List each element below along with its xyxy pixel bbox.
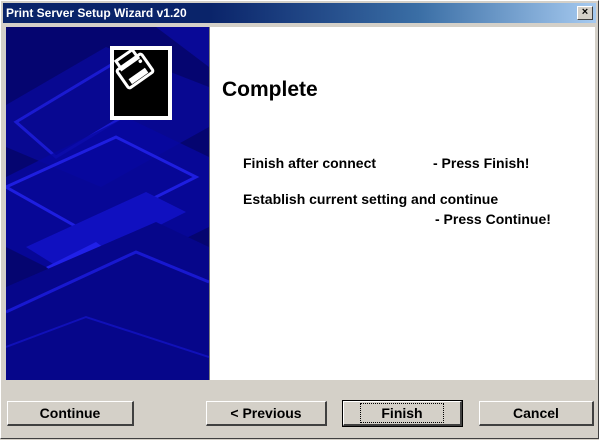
previous-button[interactable]: < Previous	[206, 401, 327, 426]
finish-instruction-action: - Press Finish!	[433, 155, 530, 171]
finish-instruction: Finish after connect	[243, 155, 377, 171]
close-icon: ×	[581, 6, 589, 18]
continue-instruction: Establish current setting and continue	[243, 191, 499, 207]
side-banner-image	[6, 27, 210, 380]
wizard-window: Print Server Setup Wizard v1.20 × Comple…	[0, 0, 599, 439]
printer-logo	[110, 46, 172, 120]
close-button[interactable]: ×	[577, 6, 593, 20]
page-heading: Complete	[222, 78, 318, 101]
title-bar[interactable]: Print Server Setup Wizard v1.20 ×	[3, 3, 596, 23]
wizard-content: Complete Finish after connect - Press Fi…	[6, 27, 595, 380]
window-title: Print Server Setup Wizard v1.20	[6, 6, 187, 20]
printer-icon	[113, 47, 168, 116]
finish-button[interactable]: Finish	[342, 400, 463, 427]
printer-illustration	[6, 27, 209, 380]
continue-button[interactable]: Continue	[7, 401, 134, 426]
cancel-button[interactable]: Cancel	[479, 401, 594, 426]
button-bar: Continue < Previous Finish Cancel	[1, 381, 599, 440]
continue-instruction-action: - Press Continue!	[435, 211, 551, 227]
